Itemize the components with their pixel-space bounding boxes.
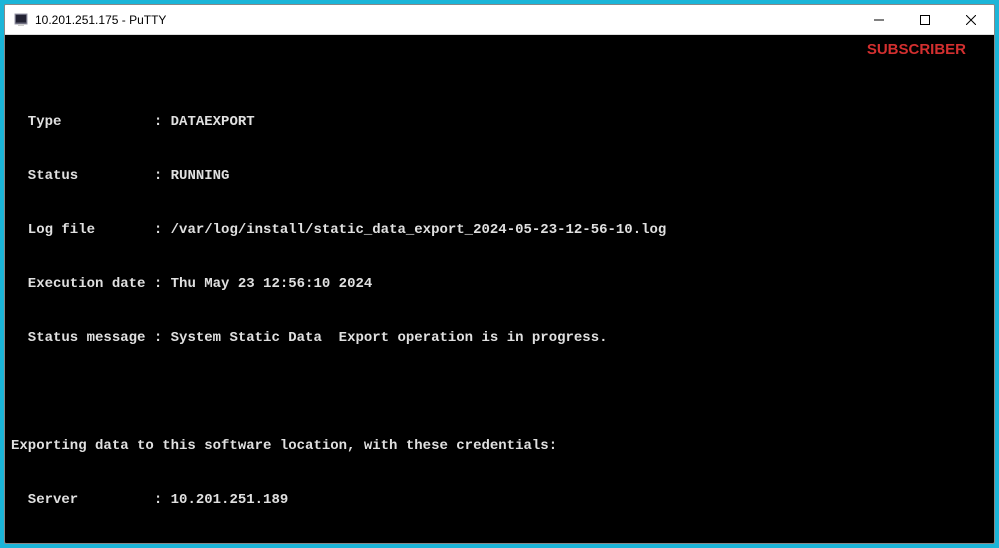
putty-window: 10.201.251.175 - PuTTY SUBSCRIBER Type :… [4,4,995,544]
type-value: DATAEXPORT [162,114,254,130]
statusmsg-value: System Static Data Export operation is i… [162,330,607,346]
logfile-label: Log file : [11,222,162,238]
terminal[interactable]: SUBSCRIBER Type : DATAEXPORT Status : RU… [5,35,994,543]
minimize-button[interactable] [856,5,902,34]
server-value: 10.201.251.189 [162,492,288,508]
app-icon [13,12,29,28]
execdate-value: Thu May 23 12:56:10 2024 [162,276,372,292]
window-title: 10.201.251.175 - PuTTY [35,13,856,27]
logfile-value: /var/log/install/static_data_export_2024… [162,222,666,238]
server-label: Server : [11,492,162,508]
window-controls [856,5,994,34]
titlebar[interactable]: 10.201.251.175 - PuTTY [5,5,994,35]
status-value: RUNNING [162,168,229,184]
close-button[interactable] [948,5,994,34]
type-label: Type : [11,114,162,130]
subscriber-label: SUBSCRIBER [867,41,966,59]
export-header: Exporting data to this software location… [11,438,557,454]
statusmsg-label: Status message : [11,330,162,346]
status-label: Status : [11,168,162,184]
execdate-label: Execution date : [11,276,162,292]
maximize-button[interactable] [902,5,948,34]
